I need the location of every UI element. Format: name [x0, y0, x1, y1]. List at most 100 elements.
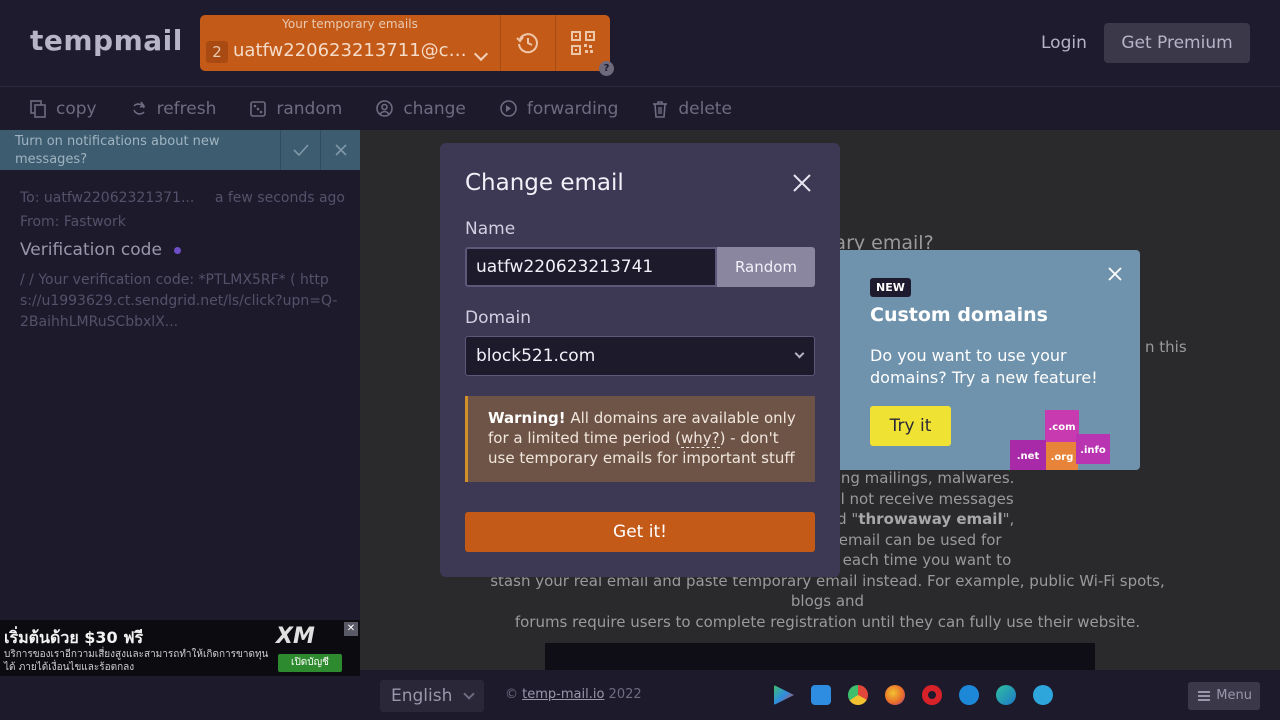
delete-label: delete: [678, 98, 732, 119]
ad-subtitle: บริการของเราอีกวามเสี่ยงสูงและสามารถทำให…: [4, 649, 269, 673]
user-circle-icon: [376, 100, 394, 117]
history-button[interactable]: [500, 15, 555, 71]
header: tempmail Your temporary emails 2 uatfw22…: [0, 0, 1280, 86]
email-widget: Your temporary emails 2 uatfw22062321371…: [200, 15, 610, 71]
warning-title: Warning!: [488, 409, 566, 427]
copyright-symbol: ©: [505, 687, 518, 702]
random-label: random: [276, 98, 343, 119]
check-icon: [292, 144, 309, 156]
modal-title: Change email: [465, 170, 624, 196]
firefox-icon[interactable]: [885, 685, 905, 705]
email-caption: Your temporary emails: [282, 17, 418, 31]
tld-info: .info: [1076, 434, 1110, 464]
try-it-button[interactable]: Try it: [870, 406, 951, 446]
toolbar: copy refresh random change forwarding de…: [0, 86, 1280, 130]
telegram-icon[interactable]: [1033, 685, 1053, 705]
language-value: English: [391, 686, 453, 706]
google-play-icon[interactable]: [774, 685, 794, 705]
change-email-modal: Change email Name uatfw220623213741 Rand…: [440, 143, 840, 577]
refresh-label: refresh: [156, 98, 217, 119]
inbox-panel: Turn on notifications about new messages…: [0, 130, 360, 720]
close-icon: [793, 174, 811, 192]
close-icon: [1108, 267, 1122, 281]
notification-dismiss-button[interactable]: [320, 130, 360, 170]
mail-sender: From: Fastwork: [20, 214, 126, 230]
forwarding-button[interactable]: forwarding: [500, 87, 618, 130]
name-label: Name: [465, 219, 516, 239]
get-premium-button[interactable]: Get Premium: [1104, 23, 1250, 63]
current-email: uatfw220623213711@coo...: [233, 40, 473, 61]
email-dropdown[interactable]: Your temporary emails 2 uatfw22062321371…: [200, 15, 500, 71]
copy-button[interactable]: copy: [30, 87, 97, 130]
video-embed[interactable]: [545, 643, 1095, 670]
modal-close-button[interactable]: [792, 173, 812, 193]
close-icon: [334, 144, 347, 156]
chrome-icon[interactable]: [848, 685, 868, 705]
language-select[interactable]: English: [380, 680, 484, 712]
email-count-badge: 2: [206, 41, 228, 63]
edge-icon[interactable]: [996, 685, 1016, 705]
unread-indicator: [173, 246, 181, 254]
notification-text: Turn on notifications about new messages…: [15, 134, 220, 167]
tld-net: .net: [1010, 440, 1046, 470]
ad-cta-button[interactable]: เปิดบัญชี: [278, 654, 342, 672]
name-input[interactable]: uatfw220623213741: [465, 247, 717, 287]
tld-com: .com: [1045, 410, 1079, 442]
change-button[interactable]: change: [376, 87, 466, 130]
domain-value: block521.com: [476, 346, 596, 366]
ad-close-icon[interactable]: ✕: [344, 622, 358, 636]
chevron-down-icon: [794, 348, 805, 359]
edge-legacy-icon[interactable]: [959, 685, 979, 705]
footer: English © temp-mail.io 2022 Menu: [360, 670, 1280, 720]
mail-time: a few seconds ago: [214, 190, 345, 206]
domain-warning: Warning! All domains are available only …: [465, 396, 815, 482]
menu-label: Menu: [1216, 688, 1252, 703]
qr-code-icon: [571, 31, 595, 55]
copyright-link[interactable]: temp-mail.io: [522, 687, 604, 702]
promo-text: Do you want to use your domains? Try a n…: [870, 346, 1098, 387]
refresh-button[interactable]: refresh: [131, 87, 217, 130]
copyright-year: 2022: [608, 687, 642, 702]
app-links: [774, 685, 1070, 705]
menu-button[interactable]: Menu: [1188, 682, 1260, 710]
mail-recipient: To: uatfw22062321371...: [20, 190, 195, 206]
copy-label: copy: [56, 98, 97, 119]
trash-icon: [653, 100, 668, 118]
logo[interactable]: tempmail: [30, 24, 183, 57]
mail-list-item[interactable]: To: uatfw22062321371... a few seconds ag…: [20, 190, 345, 333]
notification-accept-button[interactable]: [280, 130, 320, 170]
login-link[interactable]: Login: [1041, 33, 1087, 53]
why-link[interactable]: why?: [680, 429, 720, 448]
mail-preview: / / Your verification code: *PTLMX5RF* (…: [20, 272, 338, 330]
domain-select[interactable]: block521.com: [465, 336, 815, 376]
opera-icon[interactable]: [922, 685, 942, 705]
chevron-down-icon: [463, 688, 475, 700]
change-label: change: [403, 98, 466, 119]
promo-title: Custom domains: [870, 304, 1048, 326]
main-text-fragment: n this: [1145, 338, 1187, 356]
forward-icon: [500, 100, 517, 117]
random-button[interactable]: random: [250, 87, 342, 130]
chevron-down-icon: [473, 46, 489, 62]
forwarding-label: forwarding: [526, 98, 619, 119]
mail-subject: Verification code: [20, 240, 162, 260]
dice-icon: [250, 100, 267, 117]
history-icon: [516, 33, 538, 54]
ad-logo: XM: [276, 624, 315, 649]
tld-org: .org: [1046, 442, 1078, 470]
help-icon[interactable]: ?: [599, 61, 614, 76]
new-badge: NEW: [870, 278, 911, 297]
ad-banner[interactable]: เริ่มต้นด้วย $30 ฟรี บริการของเราอีกวามเ…: [0, 620, 360, 676]
copyright: © temp-mail.io 2022: [505, 687, 642, 702]
domain-label: Domain: [465, 308, 531, 328]
promo-close-button[interactable]: [1108, 266, 1122, 281]
mail-subject-row: Verification code: [20, 240, 345, 260]
main-line: forums require users to complete registr…: [514, 612, 1141, 631]
mail-recipient-row: To: uatfw22062321371... a few seconds ag…: [20, 190, 345, 206]
refresh-icon: [132, 101, 145, 115]
app-store-icon[interactable]: [811, 685, 831, 705]
get-it-button[interactable]: Get it!: [465, 512, 815, 552]
delete-button[interactable]: delete: [652, 87, 732, 130]
copy-icon: [30, 99, 46, 118]
random-name-button[interactable]: Random: [717, 247, 815, 287]
